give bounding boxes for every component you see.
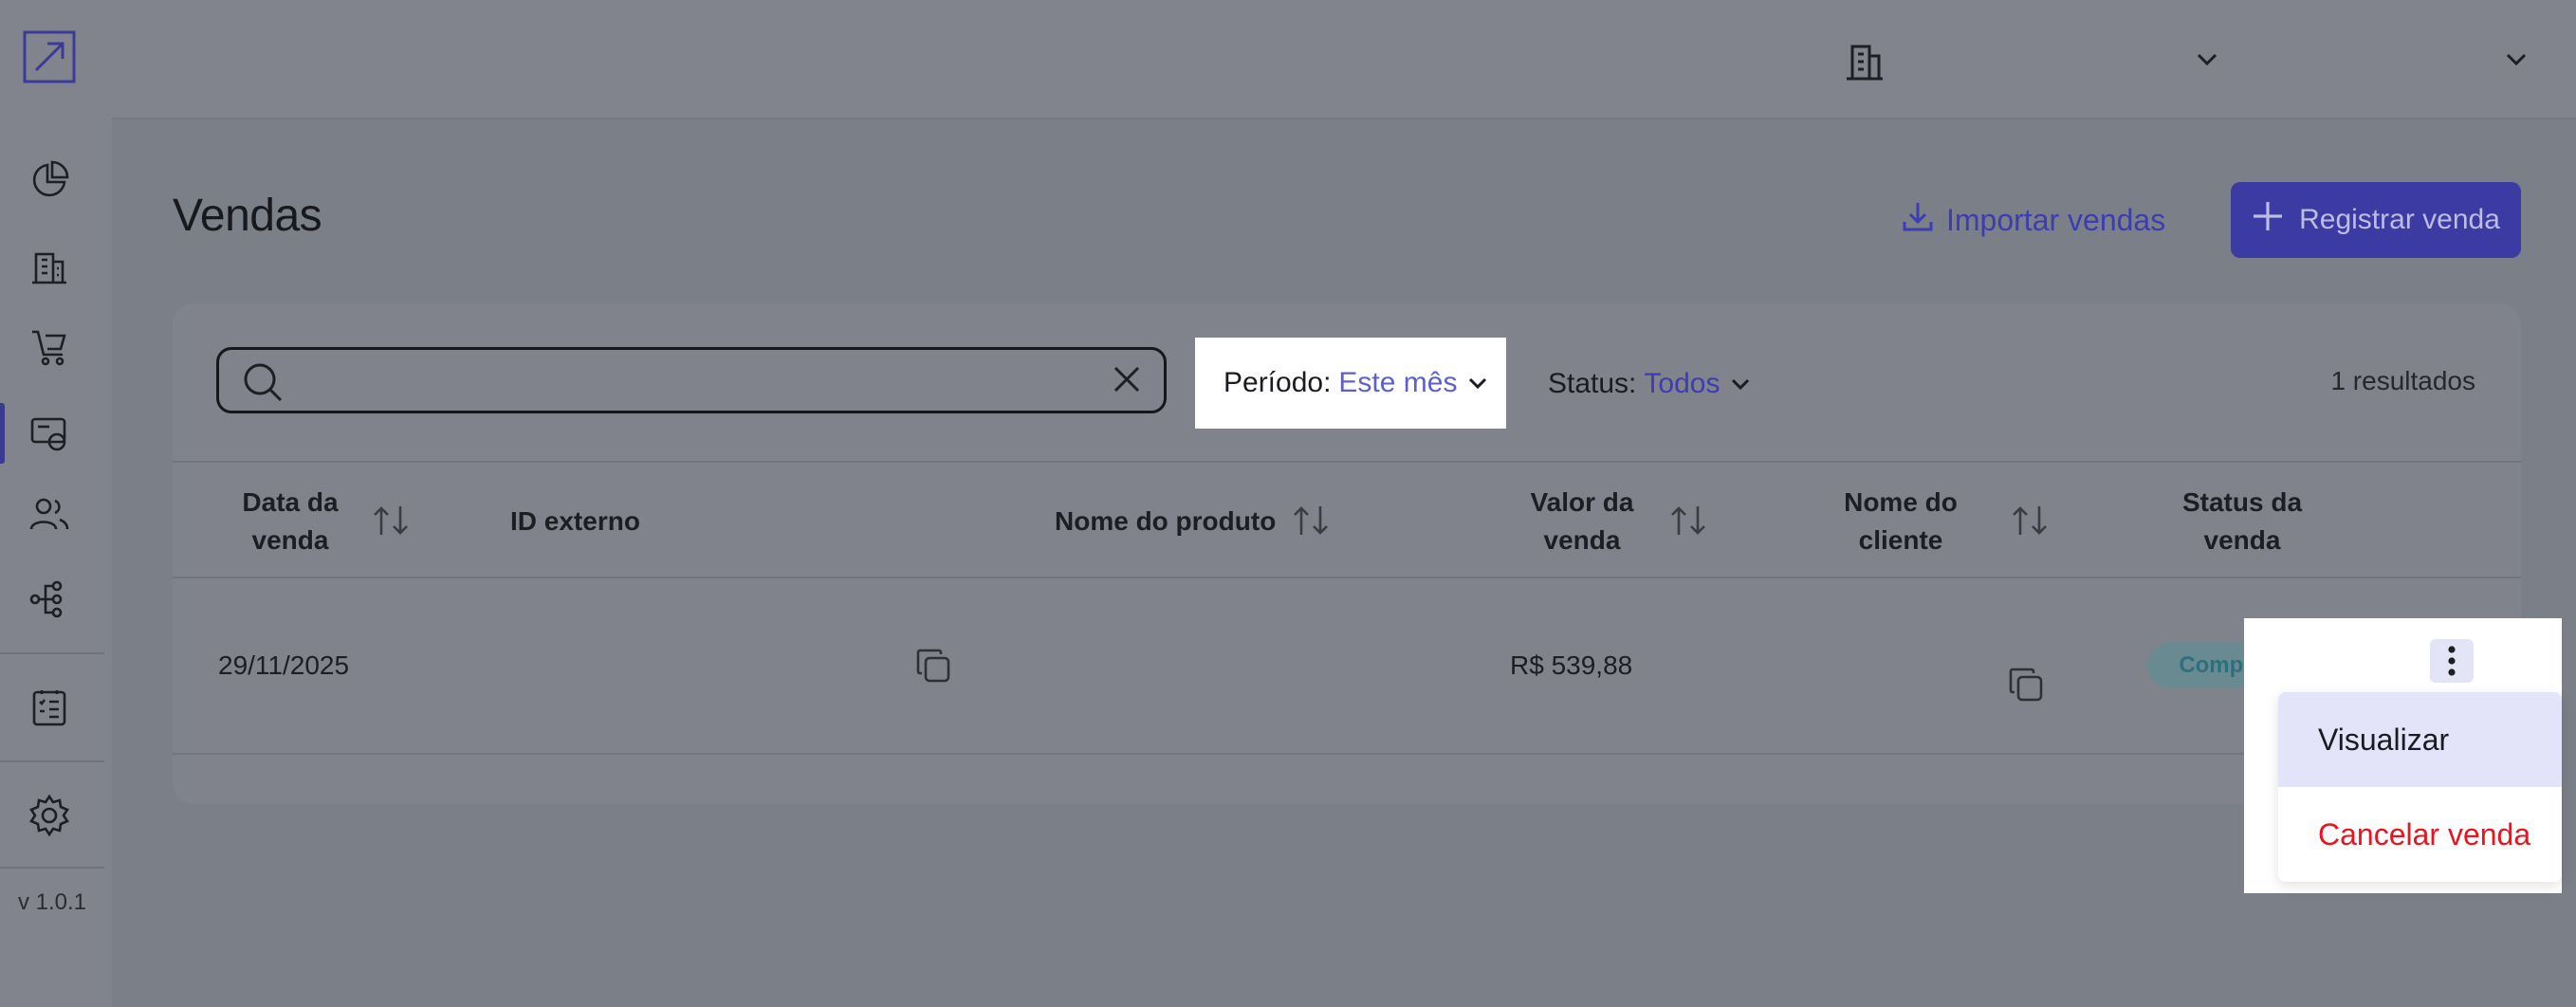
chevron-down-icon [1468, 376, 1487, 390]
plus-icon [2252, 200, 2284, 240]
column-status-venda: Status da venda [2166, 484, 2318, 559]
results-count: 1 resultados [2330, 366, 2475, 395]
cell-valor-venda: R$ 539,88 [1510, 650, 1633, 680]
search-icon [242, 361, 284, 408]
register-sale-button[interactable]: Registrar venda [2231, 182, 2521, 258]
row-actions-menu: Visualizar Cancelar venda [2278, 692, 2562, 882]
sidebar-divider [0, 760, 104, 762]
status-filter[interactable]: Status: Todos [1548, 360, 1750, 408]
sort-icon[interactable] [2011, 504, 2049, 537]
search-input[interactable] [295, 357, 1073, 403]
column-id-externo: ID externo [510, 506, 640, 536]
sort-icon[interactable] [372, 504, 410, 537]
reports-icon[interactable] [25, 683, 74, 732]
table-divider [173, 461, 2521, 463]
menu-item-cancelar-venda[interactable]: Cancelar venda [2278, 787, 2562, 882]
search-box [216, 347, 1167, 413]
download-icon [1901, 199, 1935, 241]
status-filter-label: Status: [1548, 368, 1637, 399]
column-valor-venda-line1: Valor da [1530, 487, 1634, 517]
copy-icon[interactable] [2007, 666, 2045, 708]
status-filter-value: Todos [1644, 368, 1720, 399]
column-nome-cliente-line1: Nome do [1844, 487, 1958, 517]
sidebar: v 1.0.1 [0, 0, 112, 1007]
logo-icon[interactable] [23, 30, 76, 83]
flow-icon[interactable] [25, 575, 74, 624]
sidebar-divider [0, 867, 104, 869]
app-version: v 1.0.1 [17, 889, 87, 915]
column-valor-venda[interactable]: Valor da venda [1506, 484, 1658, 559]
gear-icon[interactable] [25, 791, 74, 840]
dashboard-pie-icon[interactable] [25, 156, 74, 205]
column-data-venda-line1: Data da [242, 487, 339, 517]
period-filter[interactable]: Período: Este mês [1195, 338, 1506, 429]
company-chevron-down-icon[interactable] [2193, 46, 2221, 74]
sidebar-divider [0, 652, 104, 654]
cell-data-venda: 29/11/2025 [218, 650, 350, 680]
period-filter-value: Este mês [1338, 367, 1458, 398]
column-status-venda-line1: Status da [2181, 487, 2303, 517]
column-valor-venda-line2: venda [1543, 525, 1621, 555]
import-sales-button[interactable]: Importar vendas [1901, 195, 2165, 245]
sort-icon[interactable] [1669, 504, 1707, 537]
column-nome-cliente-line2: cliente [1858, 525, 1943, 555]
sort-icon[interactable] [1292, 504, 1330, 537]
active-indicator [0, 403, 5, 464]
column-data-venda-line2: venda [251, 525, 329, 555]
table-divider [173, 753, 2521, 755]
register-sale-label: Registrar venda [2299, 204, 2500, 235]
page-title: Vendas [173, 191, 322, 241]
copy-icon[interactable] [914, 647, 952, 689]
users-icon[interactable] [25, 489, 74, 539]
sales-icon[interactable] [25, 408, 74, 457]
chevron-down-icon [1731, 377, 1750, 391]
menu-item-visualizar[interactable]: Visualizar [2278, 692, 2562, 787]
column-data-venda[interactable]: Data da venda [214, 484, 366, 559]
more-options-icon[interactable] [2430, 639, 2474, 683]
column-status-venda-line2: venda [2203, 525, 2281, 555]
table-divider [173, 577, 2521, 578]
column-nome-cliente[interactable]: Nome do cliente [1825, 484, 1977, 559]
column-nome-produto[interactable]: Nome do produto [1055, 503, 1276, 540]
building-icon[interactable] [25, 241, 74, 290]
cart-icon[interactable] [25, 322, 74, 372]
period-filter-label: Período: [1224, 367, 1332, 398]
user-chevron-down-icon[interactable] [2502, 46, 2530, 74]
import-sales-label: Importar vendas [1946, 202, 2166, 237]
company-building-icon[interactable] [1842, 38, 1887, 83]
clear-search-icon[interactable] [1113, 365, 1141, 398]
